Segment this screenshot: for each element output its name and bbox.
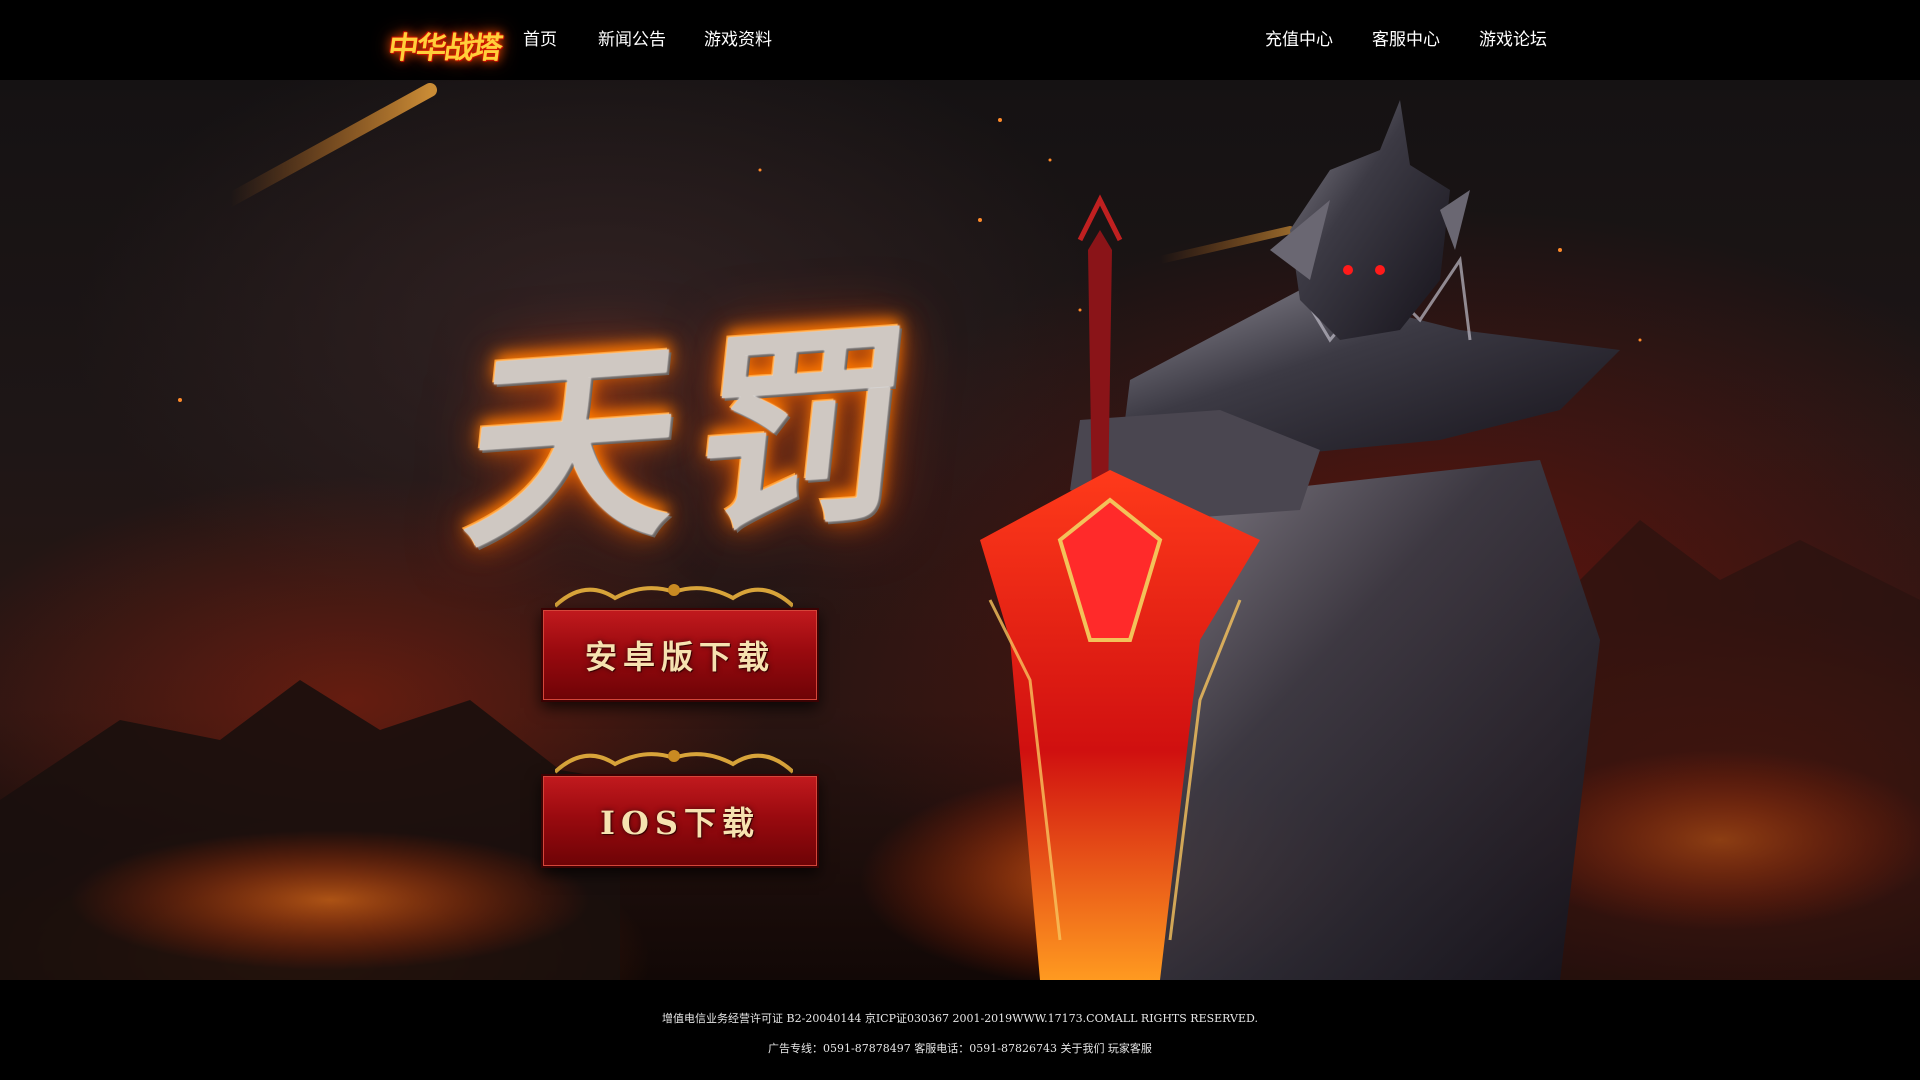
android-download-label: 安卓版下载 — [584, 638, 775, 676]
logo-text: 中华战塔 — [386, 31, 503, 66]
nav-customer-service[interactable]: 客服中心 — [1372, 27, 1440, 53]
top-navigation-bar: 中华战塔 首页 新闻公告 游戏资料 充值中心 客服中心 游戏论坛 — [0, 0, 1920, 80]
warrior-figure — [980, 100, 1620, 980]
ornament-icon — [555, 584, 793, 608]
nav-home[interactable]: 首页 — [523, 27, 557, 53]
game-logo[interactable]: 中华战塔 — [386, 21, 504, 69]
ornament-icon — [555, 750, 793, 774]
hero-banner: 天罚 安卓版下载 IOS下载 — [0, 80, 1920, 980]
nav-news[interactable]: 新闻公告 — [598, 27, 666, 53]
nav-game-info[interactable]: 游戏资料 — [704, 27, 772, 53]
ios-download-button[interactable]: IOS下载 — [541, 774, 819, 868]
footer-license-text: 增值电信业务经营许可证 B2-20040144 京ICP证030367 2001… — [662, 1012, 1258, 1025]
game-title-calligraphy: 天罚 — [455, 296, 941, 579]
nav-recharge-center[interactable]: 充值中心 — [1265, 27, 1333, 53]
footer: 增值电信业务经营许可证 B2-20040144 京ICP证030367 2001… — [0, 980, 1920, 1080]
android-download-button[interactable]: 安卓版下载 — [541, 608, 819, 702]
footer-contact-text: 广告专线：0591-87878497 客服电话：0591-87826743 关于… — [768, 1042, 1152, 1055]
ios-download-label: IOS下载 — [600, 804, 760, 842]
nav-game-forum[interactable]: 游戏论坛 — [1479, 27, 1547, 53]
